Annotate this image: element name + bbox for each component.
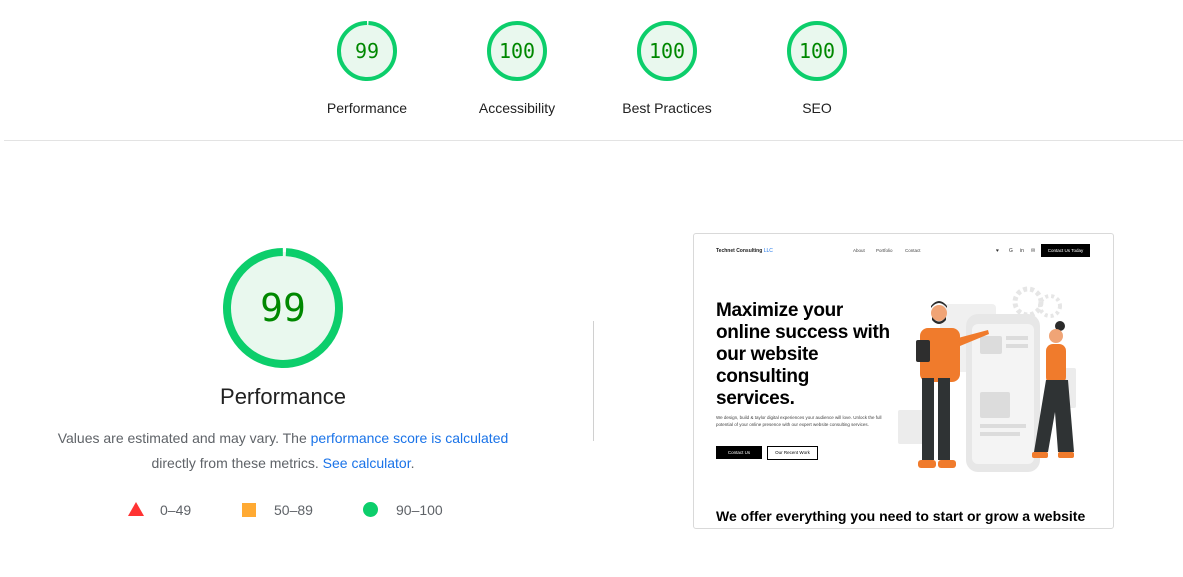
thumb-hero-illustration (898, 286, 1076, 472)
vertical-divider (593, 321, 594, 441)
performance-gauge: 99 (221, 246, 345, 370)
thumb-hero-subtext: We design, build & taylor digital experi… (716, 415, 882, 427)
score-label: Performance (326, 100, 408, 116)
thumb-contact-button: Contact Us (716, 446, 762, 459)
gauge-ring: 100 (636, 20, 698, 82)
mail-icon: ✉ (1031, 248, 1036, 254)
legend-range: 50–89 (274, 502, 313, 518)
category-scores: 99 Performance 100 Accessibility 100 Bes… (0, 0, 1183, 140)
description-text: . (410, 455, 415, 471)
hero-line: our website (716, 344, 819, 365)
thumb-hero-heading: Maximize your online success with our we… (716, 300, 916, 410)
performance-description: Values are estimated and may vary. The p… (23, 426, 543, 476)
twitter-icon: ♥ (996, 248, 999, 254)
gauge-ring: 100 (486, 20, 548, 82)
legend-range: 0–49 (160, 502, 192, 518)
score-gauge-performance[interactable]: 99 Performance (292, 20, 442, 116)
gauge-ring: 99 (336, 20, 398, 82)
see-calculator-link[interactable]: See calculator (323, 455, 411, 471)
score-gauge-best-practices[interactable]: 100 Best Practices (592, 20, 742, 116)
hero-line: consulting (716, 366, 810, 387)
performance-score: 99 (260, 286, 306, 330)
thumb-brand: Technet Consulting LLC (716, 248, 773, 254)
hero-line: online success with (716, 322, 890, 343)
hero-line: services. (716, 388, 795, 409)
thumb-section-heading: We offer everything you need to start or… (716, 508, 1086, 524)
section-divider (4, 140, 1183, 141)
brand-name: Technet Consulting (716, 248, 763, 254)
score-label: SEO (802, 100, 832, 116)
score-value: 100 (498, 39, 536, 63)
thumb-nav-about: About (853, 248, 865, 253)
triangle-icon (128, 502, 144, 516)
thumb-nav-contact: Contact (905, 248, 921, 253)
legend-range: 90–100 (396, 502, 443, 518)
circle-icon (363, 502, 378, 517)
gauge-ring: 100 (786, 20, 848, 82)
square-icon (242, 503, 256, 517)
description-text: directly from these metrics. (151, 455, 323, 471)
linkedin-icon: in (1020, 248, 1024, 254)
score-calculated-link[interactable]: performance score is calculated (311, 430, 509, 446)
page-screenshot-thumbnail[interactable]: Technet Consulting LLC About Portfolio C… (693, 233, 1114, 529)
score-gauge-accessibility[interactable]: 100 Accessibility (442, 20, 592, 116)
score-value: 99 (354, 39, 380, 63)
hero-line: Maximize your (716, 300, 844, 321)
score-value: 100 (648, 39, 686, 63)
thumb-recent-work-button: Our Recent Work (767, 446, 818, 460)
performance-title: Performance (220, 384, 346, 409)
thumb-nav-portfolio: Portfolio (876, 248, 893, 253)
score-value: 100 (798, 39, 836, 63)
thumb-contact-today-button: Contact Us Today (1041, 244, 1090, 257)
brand-suffix: LLC (763, 248, 773, 254)
score-label: Best Practices (622, 100, 712, 116)
google-icon: G (1009, 248, 1013, 254)
score-gauge-seo[interactable]: 100 SEO (742, 20, 892, 116)
description-text: Values are estimated and may vary. The (57, 430, 311, 446)
score-label: Accessibility (478, 100, 556, 116)
